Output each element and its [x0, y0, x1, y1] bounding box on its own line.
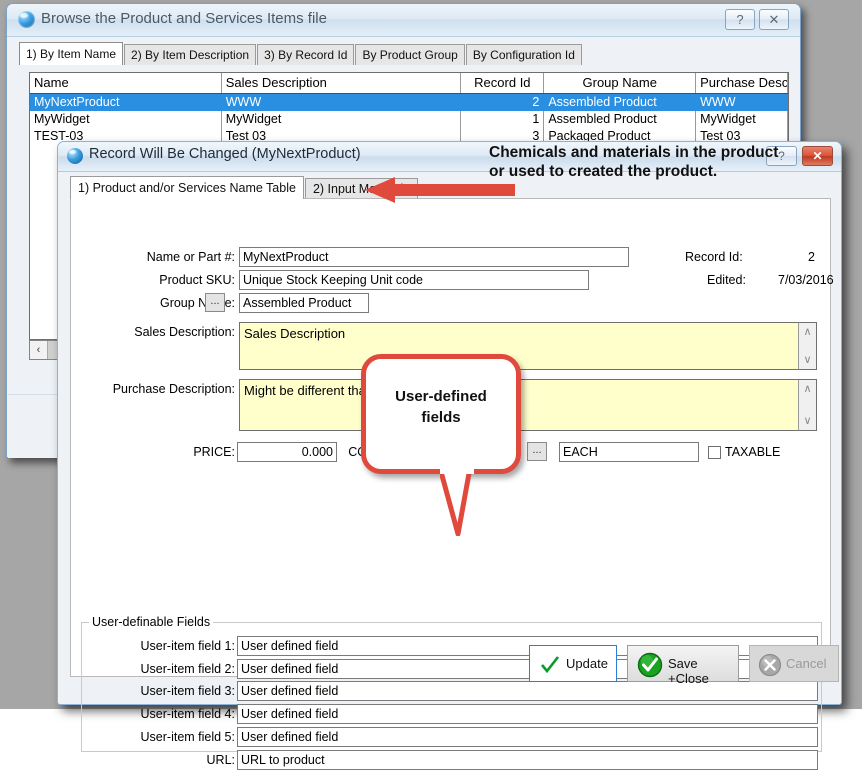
cell-purchase-description: WWW	[696, 94, 788, 111]
tab-by-record-id[interactable]: 3) By Record Id	[257, 44, 354, 65]
uom-browse-button[interactable]: ...	[527, 442, 547, 461]
scroll-up-icon[interactable]: ∧	[799, 325, 816, 339]
cell-name: MyWidget	[30, 111, 222, 128]
cancel-button-label: Cancel	[786, 656, 826, 671]
taxable-checkbox[interactable]	[708, 446, 721, 459]
callout-tail	[440, 468, 510, 536]
browse-window-titlebar: Browse the Product and Services Items fi…	[7, 4, 800, 37]
cell-sales-description: MyWidget	[222, 111, 462, 128]
cell-record-id: 1	[461, 111, 544, 128]
name-input[interactable]: MyNextProduct	[239, 247, 629, 267]
price-label: PRICE:	[175, 445, 235, 459]
sales-description-label: Sales Description:	[115, 325, 235, 339]
scroll-left-icon[interactable]: ‹	[30, 341, 48, 359]
browse-tabstrip: 1) By Item Name2) By Item Description3) …	[19, 42, 583, 63]
user-item-field-4-label: User-item field 4:	[107, 707, 235, 721]
dialog-close-button[interactable]: ✕	[802, 146, 833, 166]
cell-group-name: Assembled Product	[544, 111, 696, 128]
red-arrow-annotation	[365, 176, 515, 204]
grid-col-sales-description: Sales Description	[222, 73, 462, 93]
user-item-field-5-input[interactable]: User defined field	[237, 727, 818, 747]
scroll-up-icon[interactable]: ∧	[799, 382, 816, 396]
purchase-description-textarea[interactable]: Might be different than the Sales Descri…	[239, 379, 817, 431]
help-button[interactable]: ?	[725, 9, 755, 30]
globe-icon	[18, 11, 35, 28]
purchase-description-label: Purchase Description:	[103, 382, 235, 396]
scroll-down-icon[interactable]: ∨	[799, 414, 816, 428]
update-button[interactable]: Update	[529, 645, 617, 682]
cell-purchase-description: MyWidget	[696, 111, 788, 128]
save-close-button[interactable]: Save +Close	[627, 645, 739, 682]
record-id-label: Record Id:	[685, 250, 743, 264]
table-row[interactable]: MyNextProduct WWW 2 Assembled Product WW…	[30, 94, 788, 111]
tab-by-product-group[interactable]: By Product Group	[355, 44, 464, 65]
globe-icon	[67, 148, 83, 164]
sales-description-textarea[interactable]: Sales Description	[239, 322, 817, 370]
sku-label: Product SKU:	[128, 273, 235, 287]
grid-col-group-name: Group Name	[544, 73, 696, 93]
grid-col-record-id: Record Id	[461, 73, 544, 93]
screenshot-root: Browse the Product and Services Items fi…	[0, 0, 862, 709]
cell-name: MyNextProduct	[30, 94, 222, 111]
cell-record-id: 2	[461, 94, 544, 111]
user-item-field-3-label: User-item field 3:	[107, 684, 235, 698]
scroll-down-icon[interactable]: ∨	[799, 353, 816, 367]
cancel-button[interactable]: Cancel	[749, 645, 839, 682]
record-id-value: 2	[808, 250, 815, 264]
user-item-field-4-input[interactable]: User defined field	[237, 704, 818, 724]
browse-window-title: Browse the Product and Services Items fi…	[41, 10, 327, 27]
check-circle-icon	[637, 652, 663, 678]
callout-user-defined-fields: User-defined fields	[361, 354, 521, 474]
callout-text: User-defined fields	[366, 386, 516, 428]
uom-input[interactable]: EACH	[559, 442, 699, 462]
edited-label: Edited:	[707, 273, 746, 287]
annotation-note: Chemicals and materials in the product o…	[489, 143, 789, 181]
price-input[interactable]: 0.000	[237, 442, 337, 462]
table-row[interactable]: MyWidget MyWidget 1 Assembled Product My…	[30, 111, 788, 128]
cell-group-name: Assembled Product	[544, 94, 696, 111]
close-button[interactable]: ✕	[759, 9, 789, 30]
grid-col-name: Name	[30, 73, 222, 93]
url-label: URL:	[175, 753, 235, 767]
user-item-field-5-label: User-item field 5:	[107, 730, 235, 744]
update-button-label: Update	[566, 656, 608, 671]
url-input[interactable]: URL to product	[237, 750, 818, 770]
grid-header-row: Name Sales Description Record Id Group N…	[30, 73, 788, 94]
purchase-description-scrollbar[interactable]: ∧ ∨	[798, 379, 817, 431]
tab-by-item-name[interactable]: 1) By Item Name	[19, 42, 123, 65]
taxable-label: TAXABLE	[725, 445, 780, 459]
group-name-input[interactable]: Assembled Product	[239, 293, 369, 313]
group-browse-button[interactable]: ...	[205, 293, 225, 312]
tab-by-configuration-id[interactable]: By Configuration Id	[466, 44, 582, 65]
sku-input[interactable]: Unique Stock Keeping Unit code	[239, 270, 589, 290]
save-close-button-label: Save +Close	[668, 656, 738, 686]
cell-sales-description: WWW	[222, 94, 462, 111]
user-item-field-2-label: User-item field 2:	[107, 662, 235, 676]
user-item-field-1-label: User-item field 1:	[107, 639, 235, 653]
name-label: Name or Part #:	[128, 250, 235, 264]
cancel-circle-icon	[758, 653, 782, 677]
tab-by-item-description[interactable]: 2) By Item Description	[124, 44, 256, 65]
user-definable-fields-title: User-definable Fields	[89, 615, 213, 629]
grid-col-purchase-description: Purchase Desc	[696, 73, 788, 93]
check-icon	[540, 656, 560, 674]
sales-description-scrollbar[interactable]: ∧ ∨	[798, 322, 817, 370]
edited-value: 7/03/2016	[778, 273, 834, 287]
dialog-title: Record Will Be Changed (MyNextProduct)	[89, 146, 361, 162]
tab-product-services-name-table[interactable]: 1) Product and/or Services Name Table	[70, 176, 304, 199]
